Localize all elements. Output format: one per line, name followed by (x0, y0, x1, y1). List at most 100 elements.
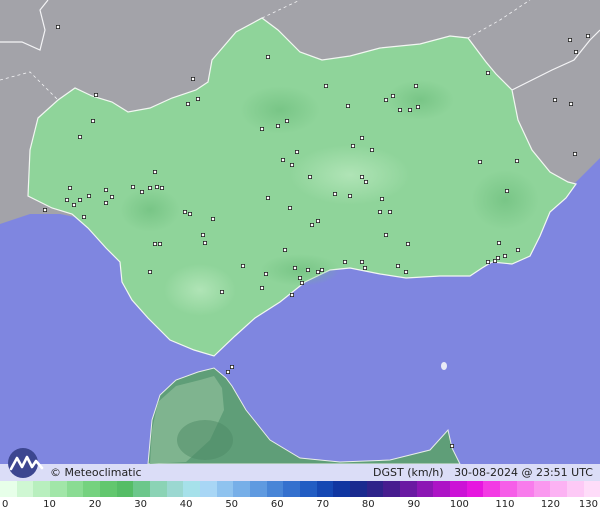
weather-station-marker[interactable] (68, 185, 73, 190)
weather-station-marker[interactable] (359, 174, 364, 179)
weather-station-marker[interactable] (182, 209, 187, 214)
weather-station-marker[interactable] (574, 50, 579, 55)
weather-station-marker[interactable] (282, 247, 287, 252)
weather-station-marker[interactable] (492, 258, 497, 263)
weather-station-marker[interactable] (397, 108, 402, 113)
weather-station-marker[interactable] (56, 24, 61, 29)
weather-station-marker[interactable] (383, 98, 388, 103)
weather-station-marker[interactable] (315, 218, 320, 223)
weather-station-marker[interactable] (504, 188, 509, 193)
weather-station-marker[interactable] (110, 194, 115, 199)
weather-station-marker[interactable] (569, 102, 574, 107)
weather-station-marker[interactable] (200, 232, 205, 237)
weather-station-marker[interactable] (362, 265, 367, 270)
legend-swatch (166, 481, 184, 497)
weather-station-marker[interactable] (485, 71, 490, 76)
weather-station-marker[interactable] (87, 193, 92, 198)
weather-station-marker[interactable] (573, 151, 578, 156)
weather-station-marker[interactable] (485, 259, 490, 264)
weather-station-marker[interactable] (516, 247, 521, 252)
weather-station-marker[interactable] (307, 174, 312, 179)
weather-station-marker[interactable] (363, 179, 368, 184)
weather-station-marker[interactable] (265, 195, 270, 200)
weather-station-marker[interactable] (292, 265, 297, 270)
weather-station-marker[interactable] (157, 241, 162, 246)
weather-station-marker[interactable] (240, 263, 245, 268)
weather-station-marker[interactable] (297, 275, 302, 280)
weather-station-marker[interactable] (390, 94, 395, 99)
weather-station-marker[interactable] (449, 443, 454, 448)
weather-station-marker[interactable] (496, 240, 501, 245)
weather-station-marker[interactable] (395, 263, 400, 268)
weather-station-marker[interactable] (139, 189, 144, 194)
weather-station-marker[interactable] (202, 240, 207, 245)
weather-station-marker[interactable] (553, 98, 558, 103)
weather-station-marker[interactable] (287, 205, 292, 210)
weather-station-marker[interactable] (477, 159, 482, 164)
weather-station-marker[interactable] (265, 55, 270, 60)
weather-station-marker[interactable] (289, 292, 294, 297)
weather-station-marker[interactable] (294, 149, 299, 154)
weather-station-marker[interactable] (377, 209, 382, 214)
weather-station-marker[interactable] (515, 158, 520, 163)
weather-station-marker[interactable] (78, 134, 83, 139)
weather-station-marker[interactable] (43, 207, 48, 212)
weather-station-marker[interactable] (280, 157, 285, 162)
weather-station-marker[interactable] (91, 119, 96, 124)
weather-station-marker[interactable] (72, 202, 77, 207)
weather-station-marker[interactable] (350, 143, 355, 148)
weather-station-marker[interactable] (94, 93, 99, 98)
weather-station-marker[interactable] (403, 269, 408, 274)
weather-station-marker[interactable] (104, 187, 109, 192)
weather-station-marker[interactable] (568, 38, 573, 43)
weather-station-marker[interactable] (259, 127, 264, 132)
weather-station-marker[interactable] (369, 147, 374, 152)
weather-station-marker[interactable] (65, 197, 70, 202)
weather-station-marker[interactable] (263, 271, 268, 276)
weather-station-marker[interactable] (407, 108, 412, 113)
weather-station-marker[interactable] (147, 185, 152, 190)
weather-station-marker[interactable] (159, 185, 164, 190)
legend-swatch (233, 481, 251, 497)
weather-station-marker[interactable] (147, 269, 152, 274)
weather-station-marker[interactable] (502, 253, 507, 258)
weather-station-marker[interactable] (225, 369, 230, 374)
weather-station-marker[interactable] (185, 102, 190, 107)
weather-station-marker[interactable] (154, 184, 159, 189)
weather-station-marker[interactable] (359, 259, 364, 264)
weather-station-marker[interactable] (319, 267, 324, 272)
weather-station-marker[interactable] (342, 259, 347, 264)
weather-station-marker[interactable] (152, 241, 157, 246)
weather-station-marker[interactable] (315, 269, 320, 274)
weather-station-marker[interactable] (323, 84, 328, 89)
weather-station-marker[interactable] (415, 105, 420, 110)
weather-station-marker[interactable] (229, 364, 234, 369)
weather-station-marker[interactable] (152, 169, 157, 174)
weather-station-marker[interactable] (187, 211, 192, 216)
weather-station-marker[interactable] (299, 280, 304, 285)
weather-station-marker[interactable] (413, 84, 418, 89)
weather-station-marker[interactable] (210, 216, 215, 221)
weather-station-marker[interactable] (190, 77, 195, 82)
weather-station-marker[interactable] (275, 124, 280, 129)
weather-station-marker[interactable] (387, 209, 392, 214)
weather-station-marker[interactable] (347, 193, 352, 198)
weather-station-marker[interactable] (379, 196, 384, 201)
weather-station-marker[interactable] (78, 197, 83, 202)
weather-station-marker[interactable] (383, 232, 388, 237)
weather-station-marker[interactable] (130, 184, 135, 189)
weather-station-marker[interactable] (305, 267, 310, 272)
weather-station-marker[interactable] (405, 241, 410, 246)
weather-station-marker[interactable] (586, 34, 591, 39)
weather-station-marker[interactable] (289, 162, 294, 167)
weather-station-marker[interactable] (104, 200, 109, 205)
weather-station-marker[interactable] (259, 285, 264, 290)
weather-station-marker[interactable] (309, 222, 314, 227)
weather-station-marker[interactable] (219, 289, 224, 294)
weather-station-marker[interactable] (284, 119, 289, 124)
weather-station-marker[interactable] (359, 135, 364, 140)
weather-station-marker[interactable] (195, 97, 200, 102)
weather-station-marker[interactable] (82, 214, 87, 219)
weather-station-marker[interactable] (332, 191, 337, 196)
weather-station-marker[interactable] (345, 104, 350, 109)
